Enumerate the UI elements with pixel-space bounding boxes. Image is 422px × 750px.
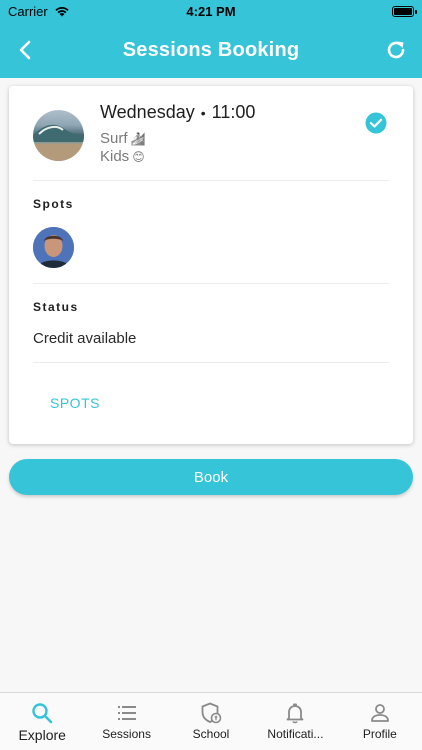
smiley-icon: 😊 (132, 149, 145, 164)
divider (33, 283, 389, 284)
session-title: Wednesday • 11:00 (100, 102, 255, 123)
separator-dot: • (200, 104, 206, 121)
level-label: Kids (100, 148, 130, 165)
surfer-icon: 🏄 (130, 131, 146, 146)
session-day: Wednesday (100, 102, 195, 122)
battery-icon (392, 5, 417, 17)
page-title: Sessions Booking (122, 38, 300, 61)
tab-label: Explore (18, 727, 66, 743)
person-photo-icon (33, 227, 74, 268)
carrier-label: Carrier (8, 3, 48, 19)
divider (33, 362, 389, 363)
bell-icon (287, 703, 304, 724)
school-shield-icon (201, 702, 222, 724)
session-card: Wednesday • 11:00 Surf 🏄 Kids 😊 Spots St… (9, 86, 413, 444)
session-sport: Surf 🏄 (100, 130, 145, 147)
tab-notifications[interactable]: Notificati... (253, 693, 337, 750)
sport-label: Surf (100, 130, 128, 147)
check-circle-icon[interactable] (365, 112, 387, 134)
wave-photo-icon (33, 124, 84, 161)
session-row[interactable]: Wednesday • 11:00 Surf 🏄 Kids 😊 (9, 86, 413, 180)
person-icon (370, 704, 389, 722)
list-icon (117, 706, 136, 720)
status-section-label: Status (33, 300, 79, 314)
tab-label: Sessions (102, 727, 151, 741)
tab-profile[interactable]: Profile (338, 693, 422, 750)
back-chevron-icon[interactable] (12, 36, 40, 64)
tab-label: Profile (362, 727, 397, 741)
status-bar: Carrier 4:21 PM (0, 0, 422, 22)
session-time: 11:00 (211, 102, 256, 122)
book-button[interactable]: Book (9, 459, 413, 495)
session-photo (33, 110, 84, 161)
status-left: Carrier (8, 4, 70, 19)
spots-section-label: Spots (33, 197, 74, 211)
status-value: Credit available (33, 330, 137, 347)
tab-school[interactable]: School (169, 693, 253, 750)
divider (33, 180, 389, 181)
wifi-icon (55, 7, 69, 17)
tab-label: School (192, 727, 230, 741)
tab-sessions[interactable]: Sessions (84, 693, 168, 750)
search-icon (32, 703, 53, 724)
session-level: Kids 😊 (100, 148, 145, 165)
spots-link-button[interactable]: SPOTS (50, 395, 100, 411)
spot-avatar[interactable] (33, 227, 74, 268)
app-header: Sessions Booking (0, 22, 422, 78)
refresh-icon[interactable] (382, 36, 410, 64)
bottom-tab-bar: Explore Sessions School Notificati... Pr… (0, 692, 422, 750)
tab-label: Notificati... (267, 727, 324, 741)
tab-explore[interactable]: Explore (0, 693, 84, 750)
